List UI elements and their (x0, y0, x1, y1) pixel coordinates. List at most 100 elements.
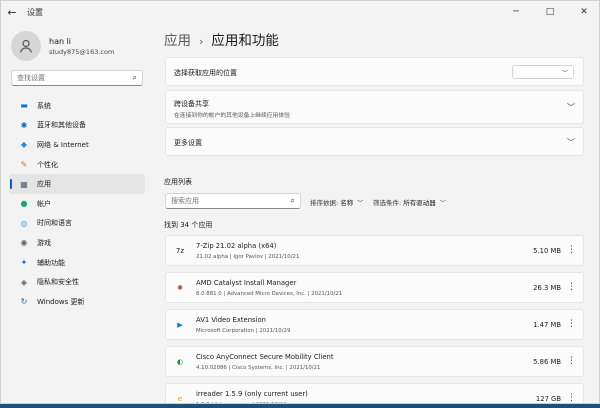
7zip-icon: 7z (175, 247, 185, 255)
search-icon[interactable]: ⌕ (133, 73, 137, 83)
window-title: 设置 (27, 7, 43, 17)
found-count: 找到 34 个应用 (164, 221, 213, 229)
sidebar-item-3[interactable]: ✎ 个性化 (9, 155, 145, 175)
chevron-down-icon: ﹀ (439, 199, 446, 207)
cisco-icon: ◐ (176, 358, 184, 366)
app-size: 127 GB (535, 395, 561, 403)
search-icon[interactable]: ⌕ (291, 196, 295, 206)
app-meta: Microsoft Corporation | 2021/10/29 (196, 328, 291, 334)
amd-icon: ✺ (177, 284, 183, 292)
sidebar-item-9[interactable]: ◈ 隐私和安全性 (9, 272, 145, 292)
more-options-icon[interactable]: ⋮ (567, 245, 576, 255)
sidebar-item-label: 时间和语言 (37, 219, 72, 228)
app-row[interactable]: 7z 7-Zip 21.02 alpha (x64) 21.02 alpha | I… (165, 235, 584, 266)
maximize-icon[interactable]: □ (533, 1, 567, 23)
sidebar-item-label: 蓝牙和其他设备 (37, 121, 86, 130)
app-size: 5.86 MB (533, 358, 561, 366)
person-icon: ● (20, 199, 28, 209)
sidebar-item-7[interactable]: ◉ 游戏 (9, 233, 145, 253)
app-size: 5.10 MB (533, 247, 561, 255)
shield-icon: ◈ (20, 277, 28, 287)
settings-search-box: ⌕ (11, 70, 143, 86)
accessibility-icon: ✦ (20, 258, 28, 268)
page-title: 应用和功能 (211, 33, 279, 49)
app-name: Cisco AnyConnect Secure Mobility Client (196, 353, 334, 361)
sidebar-item-6[interactable]: ◎ 时间和语言 (9, 214, 145, 234)
profile-email: study875@163.com (49, 47, 115, 56)
sidebar-item-label: 辅助功能 (37, 258, 65, 267)
gamepad-icon: ◉ (20, 238, 28, 248)
person-icon (19, 39, 33, 53)
app-search-box: ⌕ (165, 193, 301, 209)
settings-search-input[interactable] (17, 74, 133, 82)
title-bar: ← 设置 ─ □ ✕ (1, 1, 599, 23)
sidebar-item-5[interactable]: ● 帐户 (9, 194, 145, 214)
settings-window: ← 设置 ─ □ ✕ han li study875@163.com ⌕ ▬ (0, 0, 600, 404)
window-controls: ─ □ ✕ (499, 1, 599, 23)
breadcrumb: 应用 › 应用和功能 (164, 29, 279, 49)
chevron-down-icon[interactable]: ﹀ (567, 102, 575, 113)
app-row[interactable]: ◐ Cisco AnyConnect Secure Mobility Client… (165, 346, 584, 377)
more-options-icon[interactable]: ⋮ (567, 393, 576, 403)
more-options-icon[interactable]: ⋮ (567, 319, 576, 329)
app-size: 26.3 MB (533, 284, 561, 292)
app-name: 7-Zip 21.02 alpha (x64) (196, 242, 277, 250)
install-location-label: 选择获取应用的位置 (174, 69, 237, 77)
more-options-icon[interactable]: ⋮ (567, 282, 576, 292)
sidebar-item-0[interactable]: ▬ 系统 (9, 96, 145, 116)
av1-icon: ▶ (177, 321, 183, 329)
sidebar-item-1[interactable]: ✱ 蓝牙和其他设备 (9, 116, 145, 136)
filter-label: 筛选条件: (373, 199, 402, 207)
sidebar-item-8[interactable]: ✦ 辅助功能 (9, 253, 145, 273)
sidebar-item-label: 游戏 (37, 238, 51, 247)
app-name: irreader 1.5.9 (only current user) (196, 390, 308, 398)
chevron-down-icon[interactable]: ﹀ (567, 137, 575, 148)
user-profile[interactable]: han li study875@163.com (11, 31, 114, 61)
app-name: AV1 Video Extension (196, 316, 266, 324)
sidebar-item-label: 应用 (37, 180, 51, 189)
install-location-dropdown[interactable]: ﹀ (512, 65, 574, 79)
chevron-down-icon: ﹀ (357, 199, 364, 207)
app-meta: 1.5.9 | fatecore.com | 2021/10/21 (196, 402, 287, 403)
back-arrow-icon[interactable]: ← (1, 1, 23, 23)
app-meta: 21.02 alpha | Igor Pavlov | 2021/10/21 (196, 254, 300, 260)
sidebar-item-4[interactable]: ▦ 应用 (9, 174, 145, 194)
refresh-icon: ↻ (20, 297, 28, 307)
bluetooth-icon: ✱ (20, 120, 28, 130)
app-row[interactable]: ✺ AMD Catalyst Install Manager 8.0.881.0 |… (165, 272, 584, 303)
brush-icon: ✎ (20, 160, 28, 170)
app-list-title: 应用列表 (164, 178, 192, 186)
apps-icon: ▦ (20, 179, 28, 189)
sidebar-item-label: 帐户 (37, 199, 51, 208)
sidebar-item-label: 网络 & Internet (37, 140, 89, 149)
close-icon[interactable]: ✕ (567, 1, 599, 23)
more-settings-card[interactable]: 更多设置 ﹀ (165, 127, 584, 156)
more-settings-label: 更多设置 (174, 139, 202, 147)
filter-value: 所有驱动器 (403, 199, 436, 207)
app-search-input[interactable] (171, 197, 291, 205)
more-options-icon[interactable]: ⋮ (567, 356, 576, 366)
sidebar-item-label: 个性化 (37, 160, 58, 169)
share-across-sub: 在连接到你的帐户的其他设备上继续应用体验 (174, 113, 290, 119)
app-row[interactable]: e irreader 1.5.9 (only current user) 1.5.9… (165, 383, 584, 403)
sort-label: 排序依据: (310, 199, 339, 207)
sidebar: han li study875@163.com ⌕ ▬ 系统 ✱ 蓝牙和其他设备 ◆ 网络… (1, 23, 151, 403)
sidebar-nav: ▬ 系统 ✱ 蓝牙和其他设备 ◆ 网络 & Internet ✎ 个性化 ▦ 应用 ● 帐户 ◎ 时间和语… (9, 96, 145, 312)
share-across-devices-card[interactable]: 跨设备共享 在连接到你的帐户的其他设备上继续应用体验 ﹀ (165, 90, 584, 124)
sidebar-item-label: 系统 (37, 101, 51, 110)
globe-clock-icon: ◎ (20, 218, 28, 228)
breadcrumb-parent[interactable]: 应用 (164, 29, 191, 49)
wifi-icon: ◆ (20, 140, 28, 150)
sidebar-item-2[interactable]: ◆ 网络 & Internet (9, 135, 145, 155)
sort-value: 名称 (340, 199, 354, 207)
sidebar-item-10[interactable]: ↻ Windows 更新 (9, 292, 145, 312)
sort-dropdown[interactable]: 排序依据: 名称 ﹀ (310, 197, 363, 207)
app-name: AMD Catalyst Install Manager (196, 279, 297, 287)
minimize-icon[interactable]: ─ (499, 1, 533, 23)
app-size: 1.47 MB (533, 321, 561, 329)
install-location-card: 选择获取应用的位置 ﹀ (165, 57, 584, 86)
sidebar-item-label: Windows 更新 (37, 297, 85, 306)
app-row[interactable]: ▶ AV1 Video Extension Microsoft Corporatio… (165, 309, 584, 340)
filter-dropdown[interactable]: 筛选条件: 所有驱动器 ﹀ (373, 197, 446, 207)
monitor-icon: ▬ (20, 101, 28, 111)
